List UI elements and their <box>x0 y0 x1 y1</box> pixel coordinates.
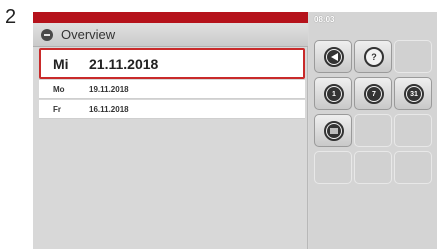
empty-slot <box>394 40 432 73</box>
day-7-label: 7 <box>367 87 381 101</box>
help-icon: ? <box>364 47 384 67</box>
empty-slot <box>354 151 392 184</box>
help-button[interactable]: ? <box>354 40 392 73</box>
calendar-1-icon: 1 <box>324 84 344 104</box>
day-31-label: 31 <box>407 87 421 101</box>
date-value: 21.11.2018 <box>89 55 159 72</box>
date-row[interactable]: Fr 16.11.2018 <box>39 100 305 119</box>
day-1-button[interactable]: 1 <box>314 77 352 110</box>
date-value: 19.11.2018 <box>89 84 129 94</box>
calendar-31-icon: 31 <box>404 84 424 104</box>
date-day: Mi <box>53 55 69 72</box>
day-31-button[interactable]: 31 <box>394 77 432 110</box>
help-label: ? <box>371 52 377 62</box>
step-number: 2 <box>5 6 17 28</box>
list-dot <box>327 124 341 138</box>
day-1-label: 1 <box>327 87 341 101</box>
date-day: Mo <box>53 84 65 94</box>
title-bar <box>33 12 308 23</box>
day-7-button[interactable]: 7 <box>354 77 392 110</box>
list-icon <box>324 121 344 141</box>
overview-title: Overview <box>61 27 116 42</box>
date-row[interactable]: Mo 19.11.2018 <box>39 80 305 99</box>
overview-header: Overview <box>33 23 308 47</box>
back-button-frame <box>324 47 344 67</box>
overview-pane: Overview Mi 21.11.2018 Mo 19.11.2018 Fr … <box>33 12 308 249</box>
empty-slot <box>354 114 392 147</box>
list-button[interactable] <box>314 114 352 147</box>
button-panel: 08:03 ? 1 7 31 <box>309 12 437 249</box>
date-value: 16.11.2018 <box>89 104 129 114</box>
minus-circle-icon <box>41 28 53 41</box>
date-row-selected[interactable]: Mi 21.11.2018 <box>39 48 305 79</box>
clock: 08:03 <box>314 15 335 24</box>
date-list: Mi 21.11.2018 Mo 19.11.2018 Fr 16.11.201… <box>39 48 305 119</box>
empty-slot <box>314 151 352 184</box>
back-button[interactable] <box>314 40 352 73</box>
date-day: Fr <box>53 104 61 114</box>
empty-slot <box>394 114 432 147</box>
calendar-7-icon: 7 <box>364 84 384 104</box>
arrow-left-icon <box>327 50 341 64</box>
device-screen: Overview Mi 21.11.2018 Mo 19.11.2018 Fr … <box>33 12 437 249</box>
empty-slot <box>394 151 432 184</box>
